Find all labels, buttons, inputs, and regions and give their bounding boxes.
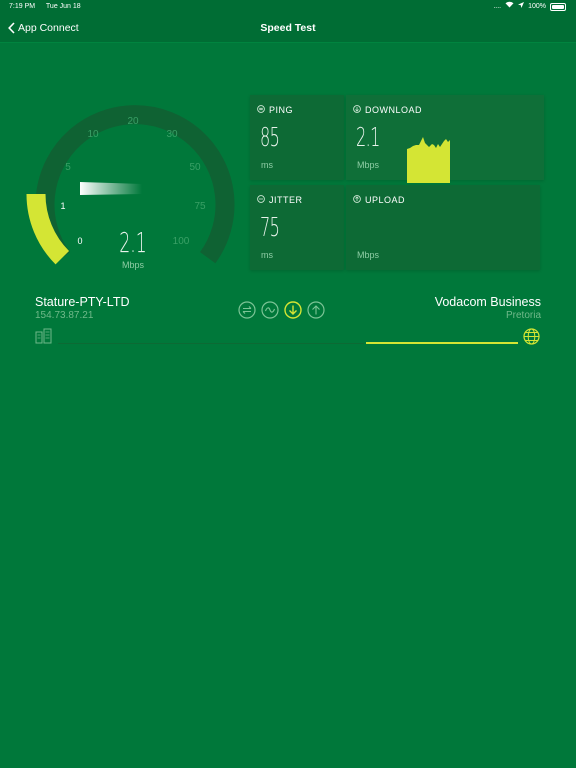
ping-value: 85 [260,123,280,153]
download-value: 2.1 [356,123,380,153]
gauge-tick-label: 50 [189,162,201,173]
server-icon [35,328,52,344]
isp-ip: 154.73.87.21 [35,310,94,321]
ping-unit: ms [261,160,273,170]
signal-icon: .... [493,3,502,10]
page-title: Speed Test [260,22,316,34]
gauge-tick-label: 10 [87,129,99,140]
nav-bar: App Connect Speed Test [0,14,576,43]
status-date: Tue Jun 18 [45,3,81,10]
gauge-unit: Mbps [122,260,145,270]
gauge-tick-label: 100 [173,236,190,247]
gauge-needle [80,182,142,195]
jitter-icon[interactable] [261,301,279,319]
status-time: 7:19 PM [9,3,36,10]
server-location: Pretoria [505,310,541,321]
globe-icon [523,328,540,345]
location-icon [518,0,525,14]
status-bar: 7:19 PM Tue Jun 18 .... 100% [0,0,576,14]
download-panel: DOWNLOAD 2.1 Mbps [346,95,544,183]
ping-panel: PING 85 ms [250,95,344,180]
ping-label: PING [269,105,294,115]
isp-name: Stature-PTY-LTD [35,295,130,309]
jitter-value: 75 [260,213,280,243]
server-name: Vodacom Business [434,295,541,309]
gauge-tick-label: 0 [77,236,82,246]
download-icon[interactable] [284,301,302,319]
test-mode-icons [238,301,325,319]
gauge-tick-label: 20 [127,116,139,127]
jitter-panel: JITTER 75 ms [250,185,344,270]
download-label: DOWNLOAD [365,105,423,115]
gauge-value: 2.1 [119,227,147,259]
gauge-tick-label: 30 [166,129,178,140]
ping-icon [257,105,265,115]
speed-gauge: 0 1 5 10 20 30 50 75 100 2.1 Mbps [20,82,250,282]
upload-unit: Mbps [357,250,380,260]
upload-panel: UPLOAD Mbps [346,185,540,270]
jitter-unit: ms [261,250,273,260]
download-graph [407,137,450,183]
battery-icon [550,3,566,11]
download-unit: Mbps [357,160,380,170]
upload-icon [353,195,361,205]
wifi-icon [505,0,514,14]
download-icon [353,105,361,115]
connection-line-left [58,343,364,344]
gauge-tick-label: 1 [60,201,65,211]
ping-icon[interactable] [238,301,256,319]
jitter-icon [257,195,265,205]
upload-label: UPLOAD [365,195,406,205]
connection-line-right [366,342,518,344]
jitter-label: JITTER [269,195,303,205]
battery-percent: 100% [528,3,546,10]
upload-icon[interactable] [307,301,325,319]
gauge-tick-label: 5 [65,162,71,173]
gauge-tick-label: 75 [194,201,206,212]
